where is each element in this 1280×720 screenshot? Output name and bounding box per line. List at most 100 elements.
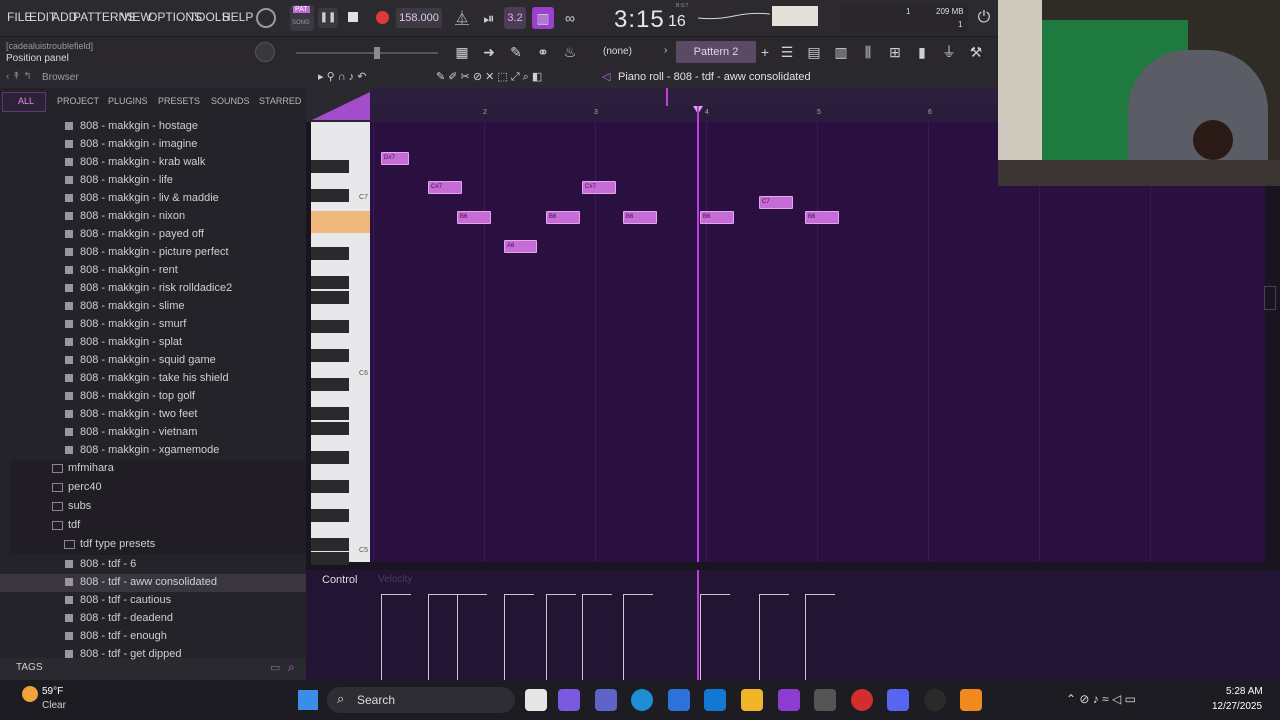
file-item[interactable]: 808 - makkgin - smurf <box>0 316 306 334</box>
start-button[interactable] <box>298 690 318 710</box>
black-key[interactable] <box>311 480 349 493</box>
black-key[interactable] <box>311 451 349 464</box>
wait-for-input-icon[interactable]: ⏯ <box>478 7 500 29</box>
piano-roll-icon[interactable]: ▤ <box>803 41 825 63</box>
file-item[interactable]: 808 - makkgin - top golf <box>0 388 306 406</box>
file-item[interactable]: 808 - makkgin - rent <box>0 262 306 280</box>
plugin-icon[interactable]: ▮ <box>911 41 933 63</box>
tempo-display[interactable]: 158.000 <box>396 8 442 28</box>
link-icon[interactable]: ⚭ <box>532 41 554 63</box>
playlist-icon[interactable]: ☰ <box>776 41 798 63</box>
file-item[interactable]: 808 - makkgin - krab walk <box>0 154 306 172</box>
velocity-stem[interactable] <box>700 594 701 680</box>
browser-tab-sounds[interactable]: SOUNDS <box>211 96 250 106</box>
file-item[interactable]: 808 - makkgin - imagine <box>0 136 306 154</box>
file-item[interactable]: 808 - makkgin - two feet <box>0 406 306 424</box>
note[interactable]: C7 <box>759 196 793 209</box>
piano-keyboard[interactable]: C7 C6 C5 <box>311 122 370 565</box>
file-explorer-icon[interactable] <box>741 689 763 711</box>
note[interactable]: D#7 <box>381 152 409 165</box>
pattern-selector[interactable]: Pattern 2 <box>676 41 756 63</box>
file-item[interactable]: 808 - makkgin - squid game <box>0 352 306 370</box>
note[interactable]: B6 <box>805 211 839 224</box>
browser-icon[interactable]: ⊞ <box>884 41 906 63</box>
piano-roll-title[interactable]: Piano roll - 808 - tdf - aww consolidate… <box>618 71 811 83</box>
black-key[interactable] <box>311 320 349 333</box>
note[interactable]: C#7 <box>428 181 462 194</box>
velocity-stem[interactable] <box>759 594 760 680</box>
black-key[interactable] <box>311 538 349 551</box>
stop-button[interactable] <box>348 12 358 22</box>
camera-icon[interactable] <box>814 689 836 711</box>
browser-tab-plugins[interactable]: PLUGINS <box>108 96 148 106</box>
note[interactable]: B6 <box>546 211 580 224</box>
stamp-icon[interactable]: ♨ <box>559 41 581 63</box>
file-item[interactable]: 808 - makkgin - payed off <box>0 226 306 244</box>
file-item[interactable]: 808 - makkgin - splat <box>0 334 306 352</box>
loop-record-icon[interactable]: ∞ <box>559 7 581 29</box>
master-volume-knob[interactable] <box>256 8 276 28</box>
mixer-icon[interactable]: ⫼ <box>857 41 879 63</box>
note[interactable]: B6 <box>623 211 657 224</box>
folder-perc40[interactable]: perc40 <box>10 479 306 498</box>
add-pattern-icon[interactable]: + <box>754 41 776 63</box>
copilot-icon[interactable] <box>558 689 580 711</box>
black-key[interactable] <box>311 247 349 260</box>
file-item[interactable]: 808 - tdf - 6 <box>0 556 306 574</box>
clock-time[interactable]: 5:28 AM <box>1226 686 1263 697</box>
folder-tdf-type-presets[interactable]: tdf type presets <box>10 536 306 555</box>
countdown-icon[interactable]: 3.2 <box>504 7 526 29</box>
file-item[interactable]: 808 - tdf - get dipped <box>0 646 306 664</box>
folder-mfmihara[interactable]: mfmihara <box>10 460 306 479</box>
file-item[interactable]: 808 - makkgin - xgamemode <box>0 442 306 460</box>
note[interactable]: B6 <box>457 211 491 224</box>
browser-tab-presets[interactable]: PRESETS <box>158 96 200 106</box>
chevron-right-icon[interactable]: › <box>664 45 667 56</box>
browser-tab-starred[interactable]: STARRED <box>259 96 301 106</box>
velocity-stem[interactable] <box>805 594 806 680</box>
file-item[interactable]: 808 - makkgin - life <box>0 172 306 190</box>
browser-nav-icon[interactable]: ‹ ↟ ↰ <box>6 71 32 82</box>
highlighted-key[interactable] <box>311 211 370 233</box>
fl-studio-icon[interactable] <box>960 689 982 711</box>
discord-icon[interactable] <box>887 689 909 711</box>
velocity-stem[interactable] <box>582 594 583 680</box>
black-key[interactable] <box>311 349 349 362</box>
arrow-right-icon[interactable]: ➜ <box>478 41 500 63</box>
outlook-icon[interactable] <box>704 689 726 711</box>
note[interactable]: C#7 <box>582 181 616 194</box>
taskbar-app-icon[interactable] <box>525 689 547 711</box>
black-key[interactable] <box>311 422 349 435</box>
file-item[interactable]: 808 - makkgin - slime <box>0 298 306 316</box>
velocity-stem[interactable] <box>623 594 624 680</box>
note-grid[interactable] <box>370 122 1265 562</box>
channel-rack-icon[interactable]: ▥ <box>830 41 852 63</box>
file-item[interactable]: 808 - tdf - enough <box>0 628 306 646</box>
black-key[interactable] <box>311 552 349 565</box>
velocity-stem[interactable] <box>428 594 429 680</box>
note[interactable]: A6 <box>504 240 537 253</box>
file-item[interactable]: 808 - makkgin - hostage <box>0 118 306 136</box>
browser-tab-project[interactable]: PROJECT <box>57 96 99 106</box>
file-item[interactable]: 808 - makkgin - risk rolldadice2 <box>0 280 306 298</box>
velocity-stem[interactable] <box>381 594 382 680</box>
edge-icon[interactable] <box>631 689 653 711</box>
vertical-scrollbar[interactable] <box>1264 286 1276 310</box>
online-icon[interactable]: ⏻ <box>973 7 995 29</box>
plug-icon[interactable]: ⏚ <box>938 41 960 63</box>
speaker-icon[interactable]: ◁ <box>602 70 610 83</box>
master-pitch-knob[interactable] <box>255 42 275 62</box>
system-tray[interactable]: ⌃ ⊘ ♪ ≈ ◁ ▭ <box>1066 692 1136 706</box>
teams-icon[interactable] <box>595 689 617 711</box>
record-button[interactable] <box>376 11 389 24</box>
folder-tdf[interactable]: tdf <box>10 517 306 536</box>
velocity-stem[interactable] <box>504 594 505 680</box>
search-box[interactable]: ⌕ Search <box>327 687 515 713</box>
brush-icon[interactable]: ✎ <box>505 41 527 63</box>
black-key[interactable] <box>311 509 349 522</box>
file-item[interactable]: 808 - makkgin - take his shield <box>0 370 306 388</box>
menu-help[interactable]: HELP <box>222 10 253 24</box>
file-item[interactable]: 808 - tdf - cautious <box>0 592 306 610</box>
metronome-icon[interactable]: ⏅ <box>451 7 473 29</box>
file-item[interactable]: 808 - makkgin - picture perfect <box>0 244 306 262</box>
